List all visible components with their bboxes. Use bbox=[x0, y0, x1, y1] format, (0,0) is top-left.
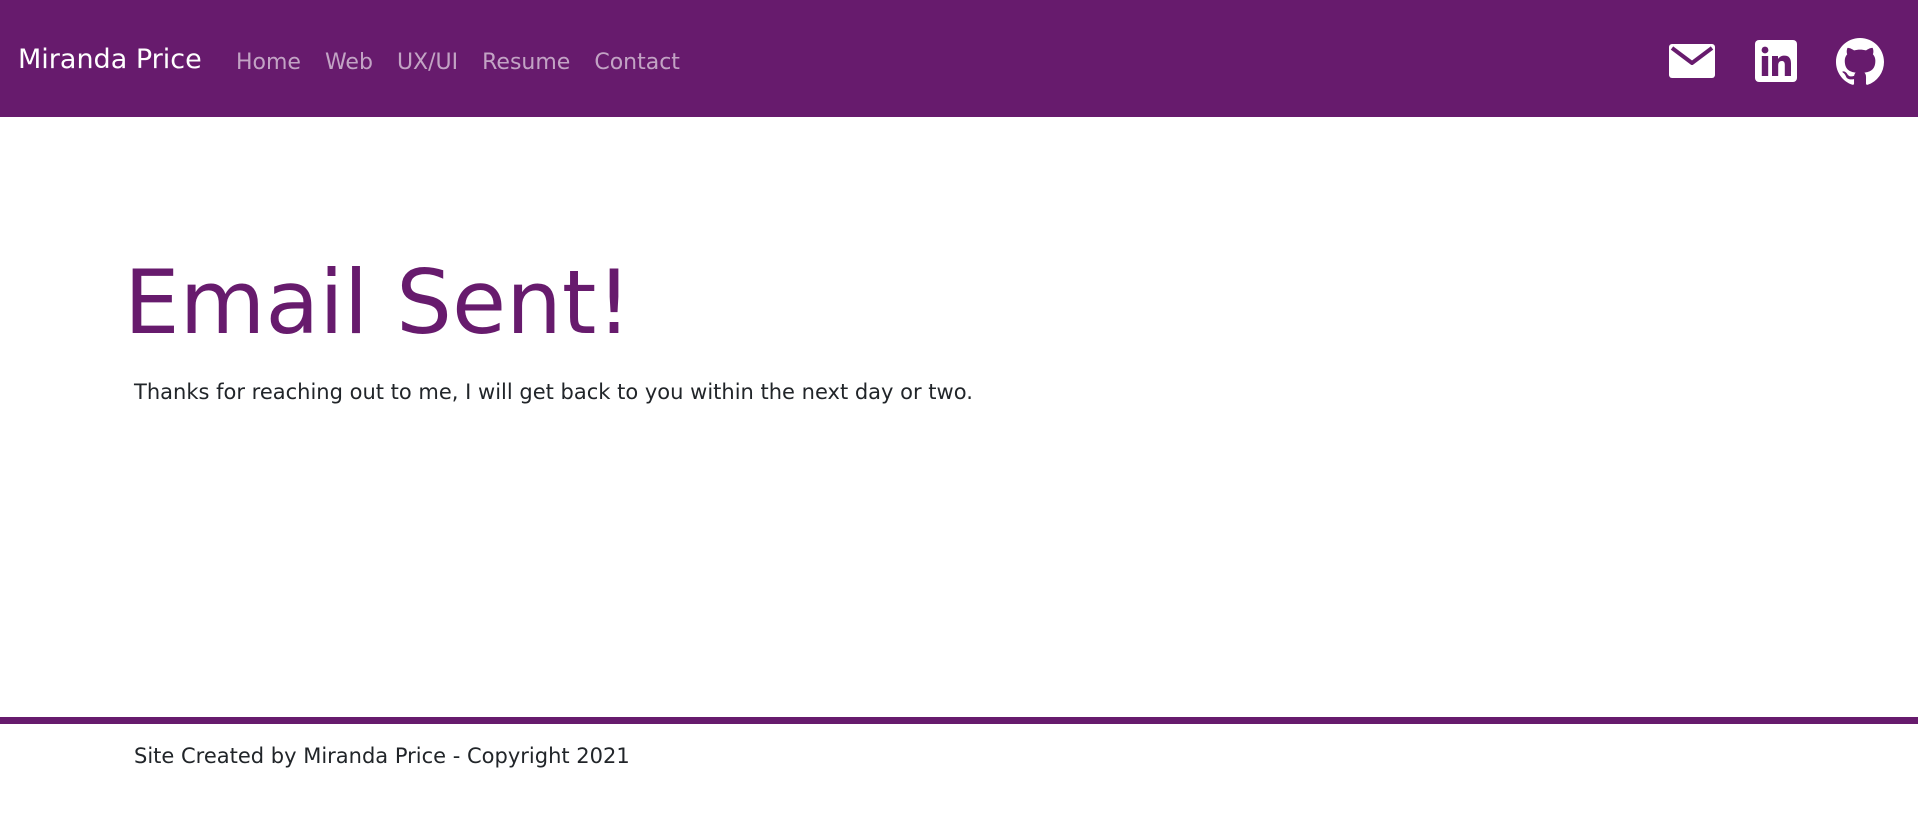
github-icon bbox=[1836, 38, 1884, 85]
page-title: Email Sent! bbox=[124, 251, 632, 354]
email-link[interactable] bbox=[1668, 38, 1716, 82]
linkedin-icon bbox=[1755, 40, 1797, 82]
top-navbar: Miranda Price Home Web UX/UI Resume Cont… bbox=[0, 0, 1918, 117]
envelope-icon bbox=[1669, 44, 1715, 78]
nav-link-ux-ui[interactable]: UX/UI bbox=[397, 49, 458, 77]
nav-link-web[interactable]: Web bbox=[325, 49, 373, 77]
nav-link-contact[interactable]: Contact bbox=[594, 49, 680, 77]
footer-copyright: Site Created by Miranda Price - Copyrigh… bbox=[134, 744, 630, 768]
brand-link[interactable]: Miranda Price bbox=[18, 44, 202, 76]
nav-link-home[interactable]: Home bbox=[236, 49, 301, 77]
footer-divider bbox=[0, 717, 1918, 724]
confirmation-message: Thanks for reaching out to me, I will ge… bbox=[134, 380, 973, 404]
github-link[interactable] bbox=[1836, 38, 1884, 86]
nav-link-resume[interactable]: Resume bbox=[482, 49, 570, 77]
nav-links: Home Web UX/UI Resume Contact bbox=[236, 49, 680, 77]
linkedin-link[interactable] bbox=[1754, 38, 1798, 84]
